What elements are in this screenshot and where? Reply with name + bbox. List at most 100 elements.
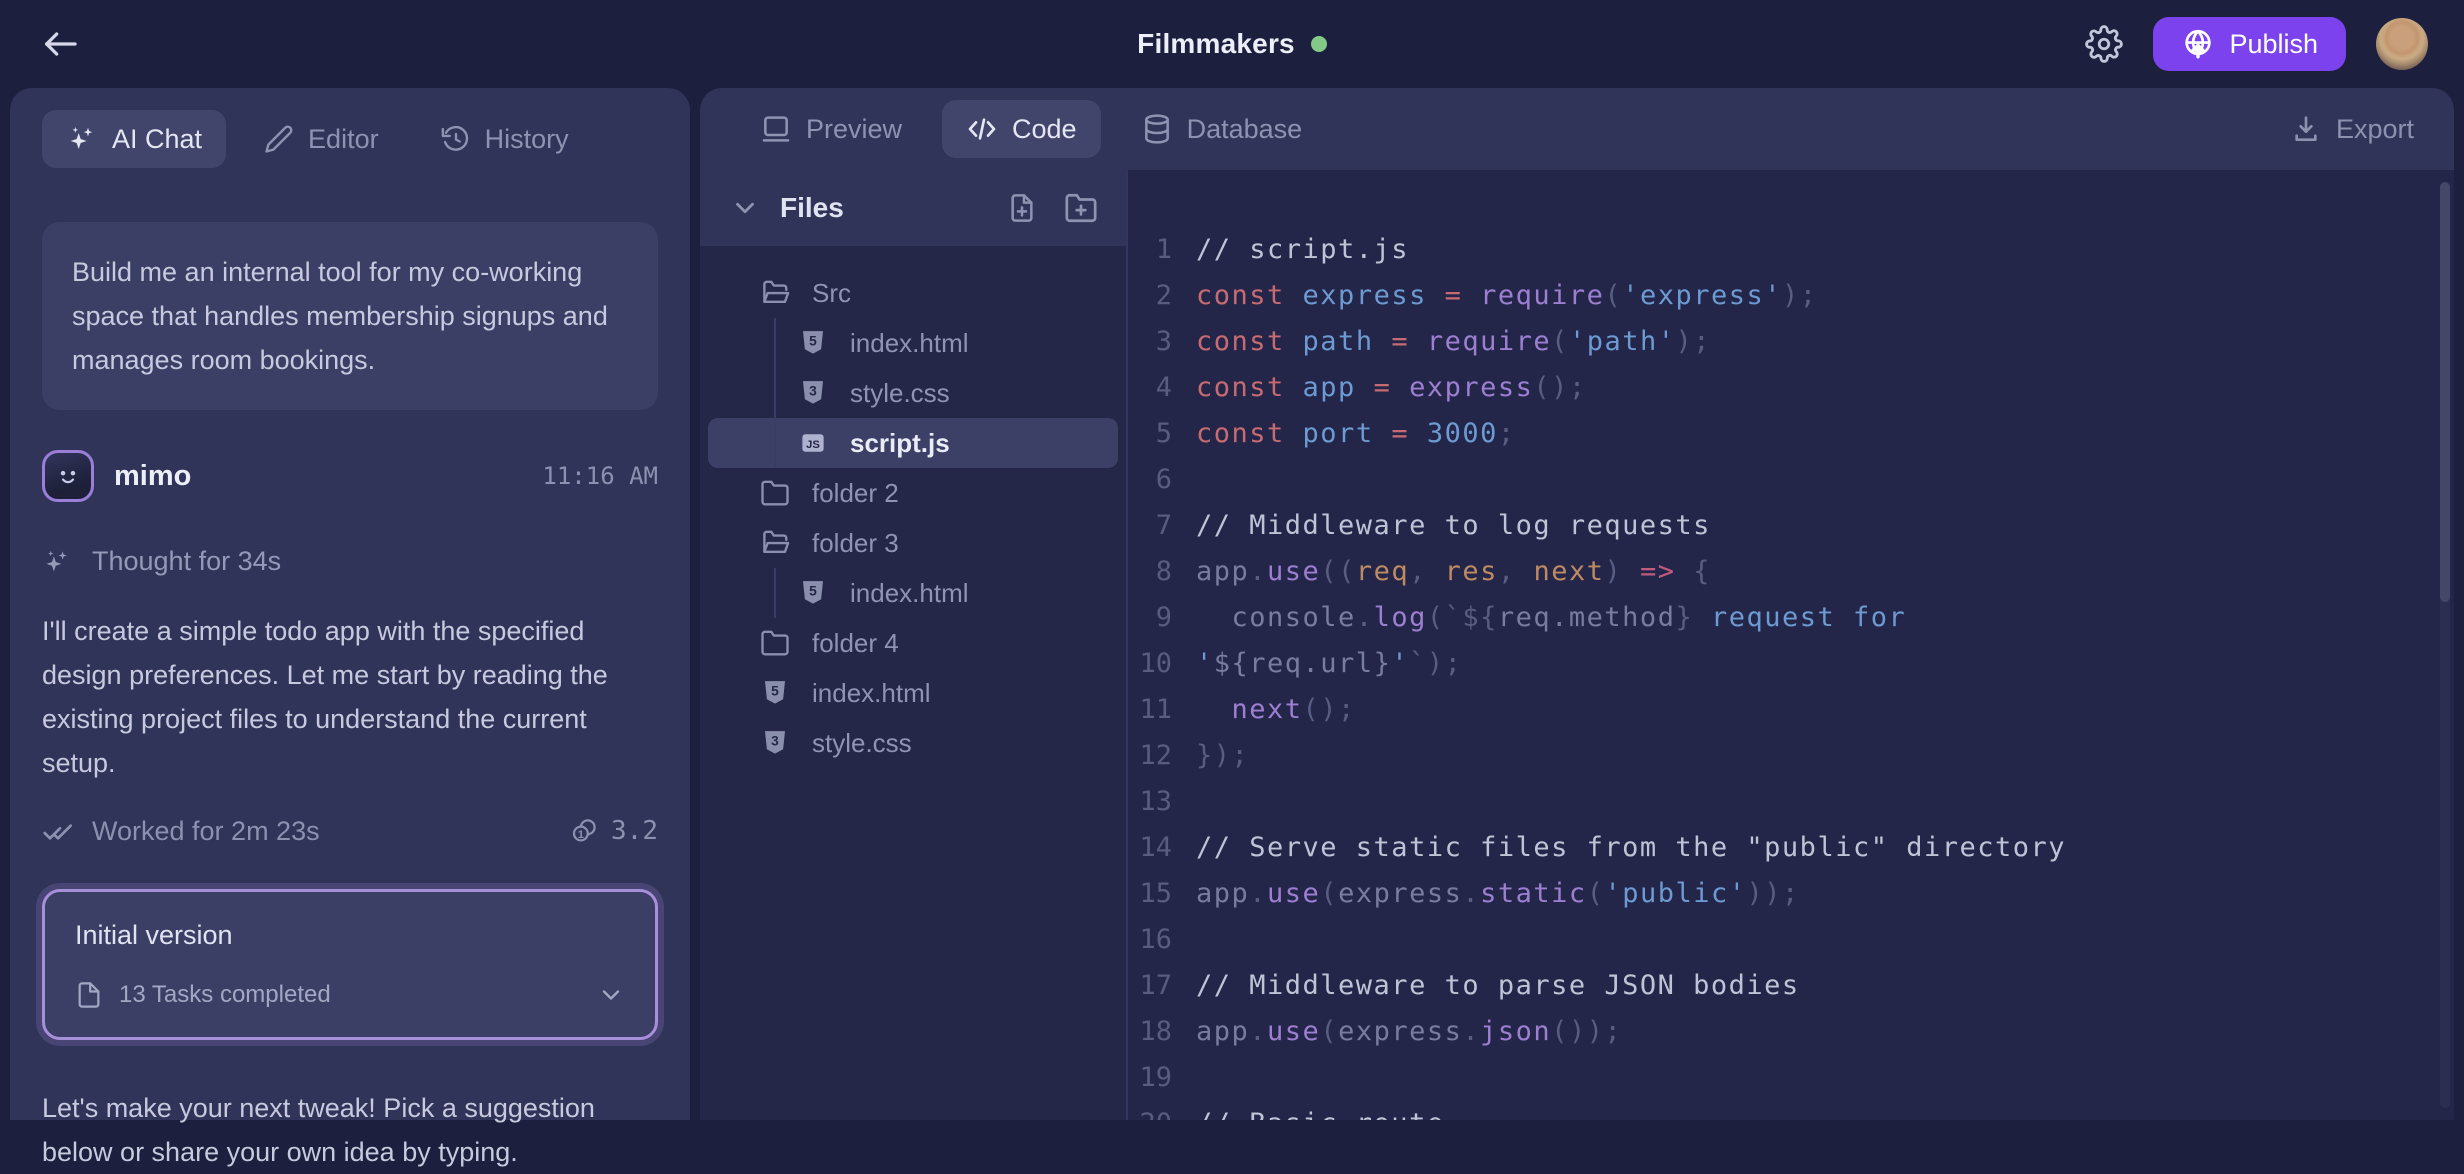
code-line: 17// Middleware to parse JSON bodies	[1128, 962, 2454, 1008]
code-text: const port = 3000;	[1196, 418, 1516, 449]
tab-code[interactable]: Code	[942, 100, 1101, 158]
app-header: Filmmakers Publish	[0, 0, 2464, 88]
chevron-down-icon[interactable]	[597, 981, 625, 1009]
folder-open-icon	[760, 528, 790, 558]
svg-text:3: 3	[809, 383, 817, 398]
svg-text:5: 5	[809, 583, 817, 598]
file-name: folder 4	[812, 628, 899, 659]
file-name: index.html	[812, 678, 931, 709]
thought-summary[interactable]: Thought for 34s	[42, 546, 658, 577]
code-line: 10'${req.url}'`);	[1128, 640, 2454, 686]
database-icon	[1141, 113, 1173, 145]
download-icon	[2290, 113, 2322, 145]
workspace-panel: Preview Code Database Export	[700, 88, 2454, 1120]
folder-icon	[760, 628, 790, 658]
code-line: 5const port = 3000;	[1128, 410, 2454, 456]
code-text: // Basic route	[1196, 1108, 1445, 1121]
tab-label: Editor	[308, 124, 379, 155]
credits-value: 3.2	[611, 816, 658, 846]
code-text: // Serve static files from the "public" …	[1196, 832, 2066, 863]
code-line: 18app.use(express.json());	[1128, 1008, 2454, 1054]
thought-label: Thought for 34s	[92, 546, 281, 577]
code-line: 20// Basic route	[1128, 1100, 2454, 1120]
html-icon: 5	[798, 578, 828, 608]
editor-scrollbar	[2440, 182, 2450, 1108]
code-line: 14// Serve static files from the "public…	[1128, 824, 2454, 870]
settings-button[interactable]	[2085, 25, 2123, 63]
mimo-avatar	[42, 450, 94, 502]
folder-open-icon	[760, 278, 790, 308]
code-text: app.use(express.static('public'));	[1196, 878, 1800, 909]
line-number: 13	[1128, 786, 1196, 817]
export-button[interactable]: Export	[2290, 113, 2414, 145]
new-file-button[interactable]	[1006, 192, 1038, 224]
code-text: app.use(express.json());	[1196, 1016, 1622, 1047]
file-tree-item[interactable]: folder 3	[708, 518, 1118, 568]
file-tree-item[interactable]: folder 4	[708, 618, 1118, 668]
tab-label: History	[485, 124, 569, 155]
file-tree-item[interactable]: 5index.html	[708, 318, 1118, 368]
files-panel: Files	[700, 170, 1126, 1120]
tab-history[interactable]: History	[417, 110, 593, 168]
file-tree-item[interactable]: Src	[708, 268, 1118, 318]
user-avatar[interactable]	[2376, 18, 2428, 70]
line-number: 6	[1128, 464, 1196, 495]
arrow-left-icon	[40, 24, 80, 64]
line-number: 12	[1128, 740, 1196, 771]
tab-ai-chat[interactable]: AI Chat	[42, 110, 226, 168]
line-number: 5	[1128, 418, 1196, 449]
file-tree-item[interactable]: JSscript.js	[708, 418, 1118, 468]
css-icon: 3	[760, 728, 790, 758]
workspace-tabs: Preview Code Database Export	[700, 88, 2454, 170]
file-tree-item[interactable]: 5index.html	[708, 568, 1118, 618]
code-editor[interactable]: 1// script.js2const express = require('e…	[1126, 170, 2454, 1120]
code-line: 3const path = require('path');	[1128, 318, 2454, 364]
agent-header: mimo 11:16 AM	[42, 450, 658, 502]
code-text: });	[1196, 740, 1249, 771]
scrollbar-thumb[interactable]	[2440, 182, 2450, 602]
code-line: 13	[1128, 778, 2454, 824]
file-tree-item[interactable]: 5 index.html	[708, 668, 1118, 718]
chevron-down-icon[interactable]	[730, 193, 760, 223]
tab-preview[interactable]: Preview	[736, 100, 926, 158]
file-tree-item[interactable]: folder 2	[708, 468, 1118, 518]
file-tree-item[interactable]: 3style.css	[708, 718, 1118, 768]
code-text: next();	[1196, 694, 1356, 725]
publish-button[interactable]: Publish	[2153, 17, 2346, 71]
svg-text:3: 3	[771, 733, 779, 748]
folder-plus-icon	[1064, 191, 1098, 225]
line-number: 14	[1128, 832, 1196, 863]
agent-response: I'll create a simple todo app with the s…	[42, 609, 648, 785]
svg-text:5: 5	[771, 683, 779, 698]
svg-text:5: 5	[809, 333, 817, 348]
files-panel-title: Files	[780, 192, 844, 224]
version-card[interactable]: Initial version 13 Tasks completed	[42, 889, 658, 1040]
pencil-icon	[264, 124, 294, 154]
page-title: Filmmakers	[1137, 28, 1295, 60]
svg-text:1: 1	[578, 829, 584, 841]
file-name: folder 2	[812, 478, 899, 509]
coins-icon: 1	[569, 816, 599, 846]
worked-summary: Worked for 2m 23s 1 3.2	[42, 815, 658, 847]
code-text: const path = require('path');	[1196, 326, 1711, 357]
gear-icon	[2085, 25, 2123, 63]
tab-editor[interactable]: Editor	[240, 110, 403, 168]
new-folder-button[interactable]	[1064, 191, 1098, 225]
publish-globe-icon	[2181, 27, 2215, 61]
code-line: 6	[1128, 456, 2454, 502]
code-line: 1// script.js	[1128, 226, 2454, 272]
file-tree-item[interactable]: 3style.css	[708, 368, 1118, 418]
code-line: 2const express = require('express');	[1128, 272, 2454, 318]
back-button[interactable]	[36, 20, 84, 68]
user-message: Build me an internal tool for my co-work…	[42, 222, 658, 410]
indent-guide	[774, 318, 776, 368]
message-timestamp: 11:16 AM	[542, 462, 658, 490]
line-number: 2	[1128, 280, 1196, 311]
line-number: 20	[1128, 1108, 1196, 1121]
export-label: Export	[2336, 114, 2414, 145]
indent-guide	[774, 568, 776, 618]
credits-counter: 1 3.2	[569, 816, 658, 846]
tab-database[interactable]: Database	[1117, 100, 1327, 158]
code-line: 7// Middleware to log requests	[1128, 502, 2454, 548]
code-line: 15app.use(express.static('public'));	[1128, 870, 2454, 916]
